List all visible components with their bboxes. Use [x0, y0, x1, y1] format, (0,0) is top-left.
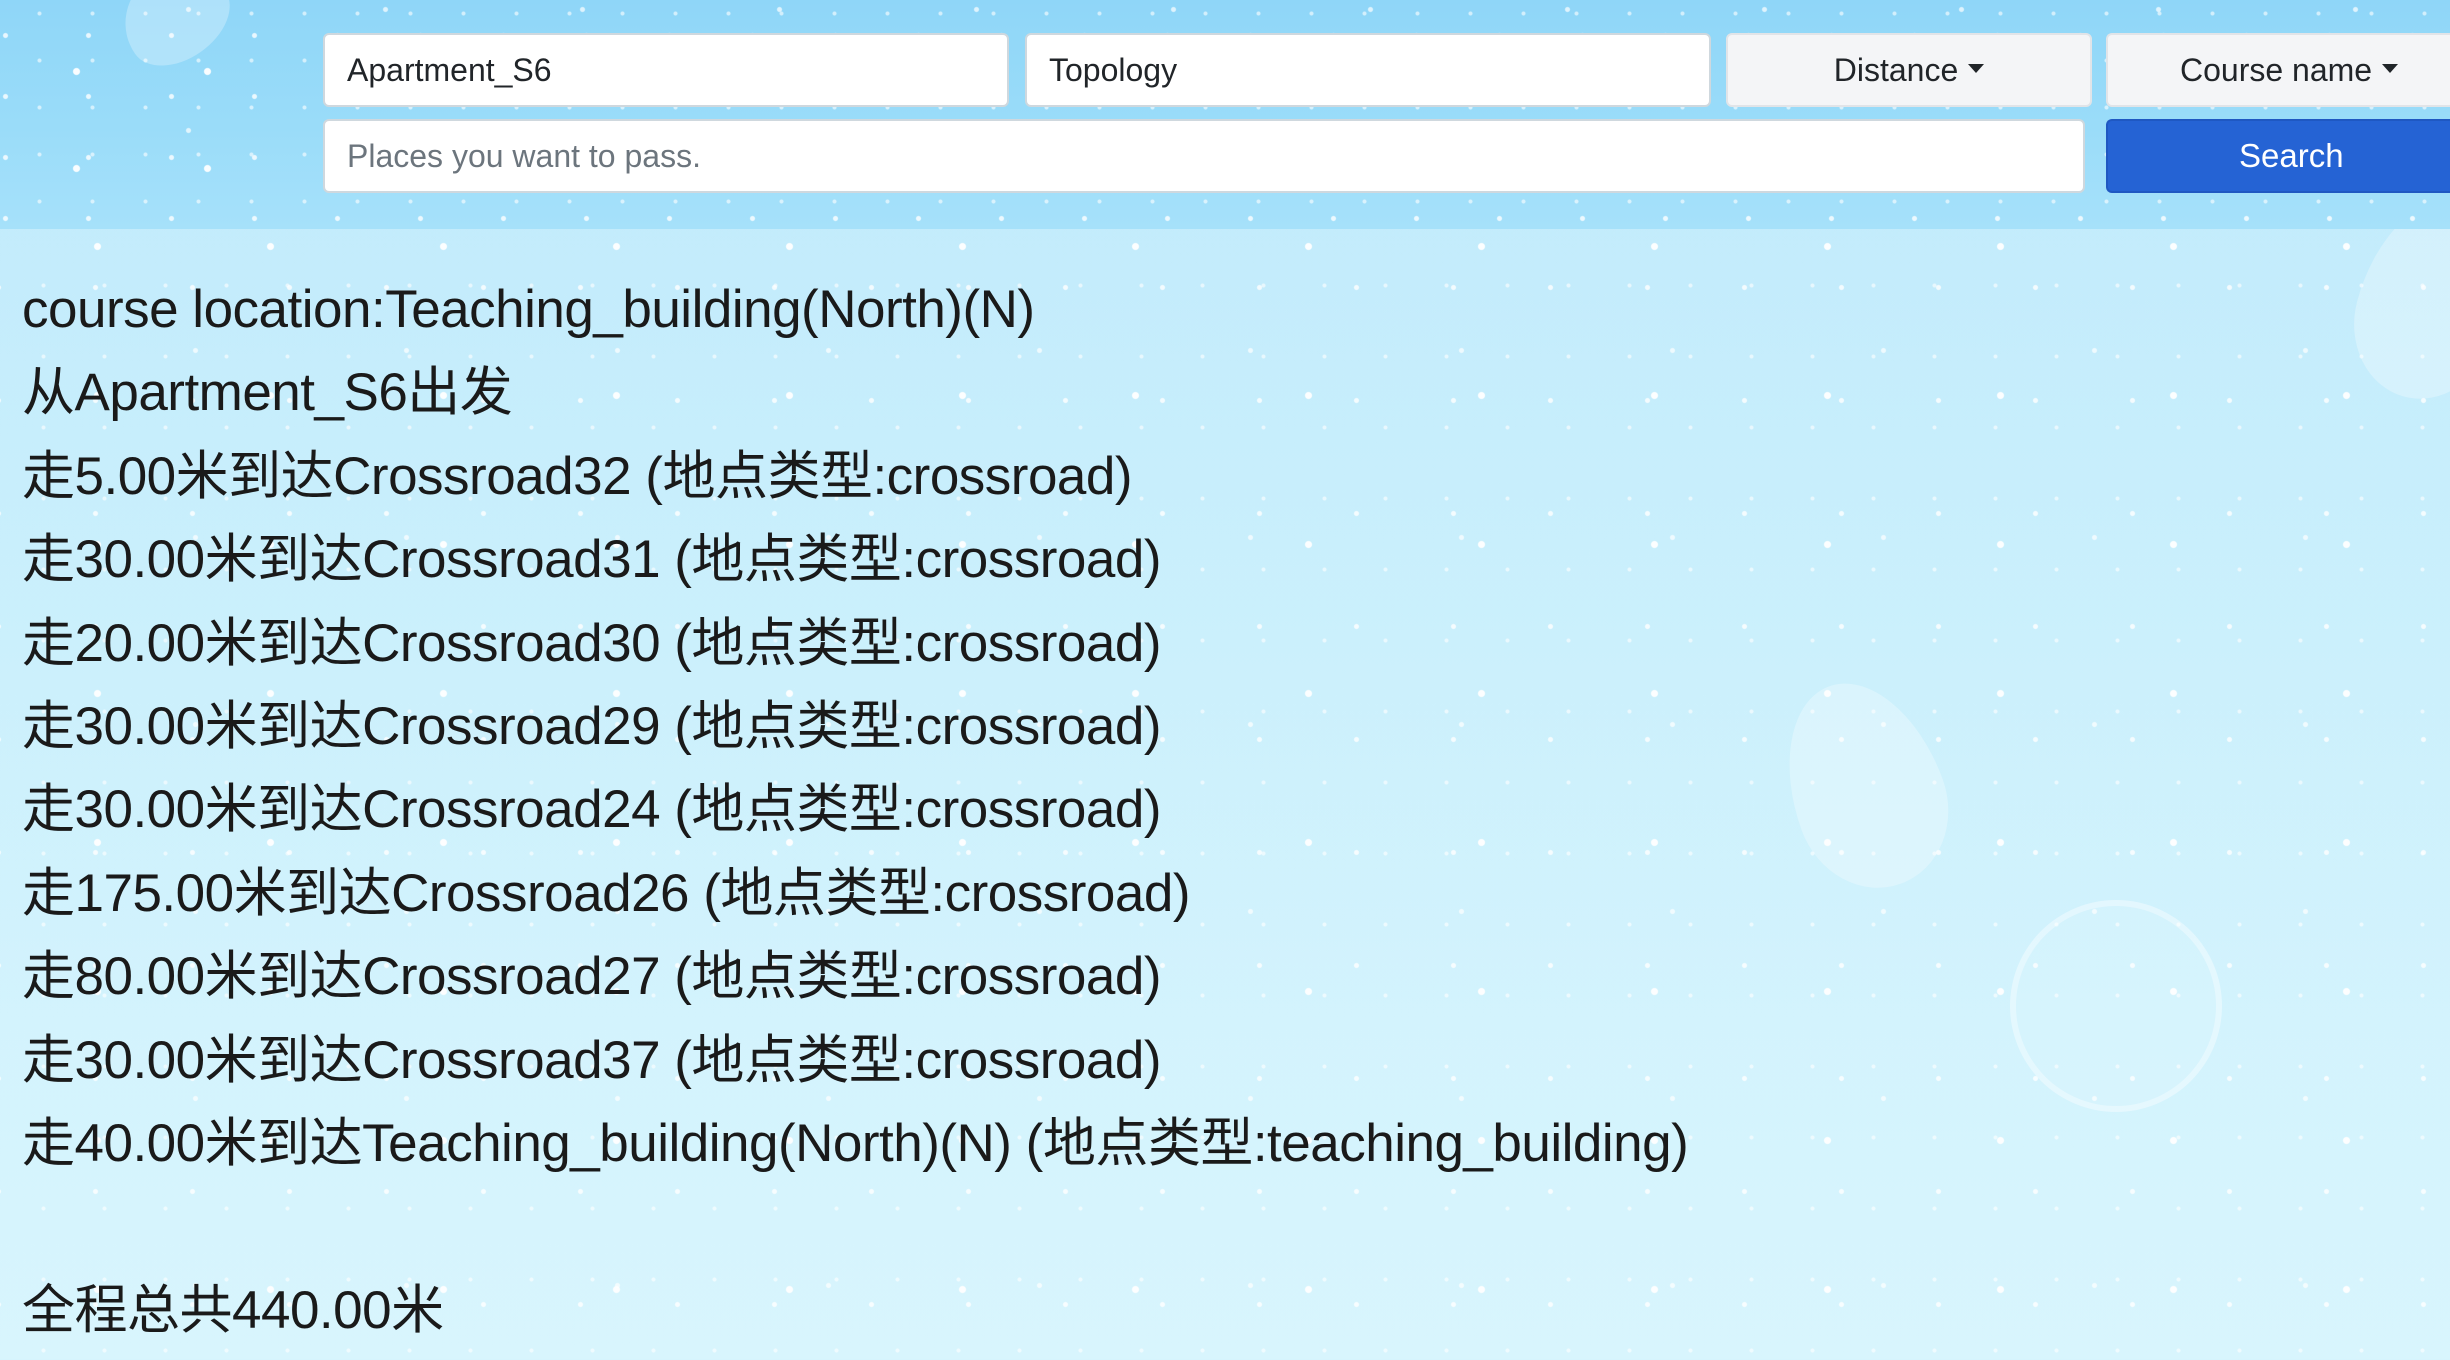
strategy-dropdown-button[interactable]: Distance — [1726, 33, 2092, 107]
route-step: 走30.00米到达Crossroad31 (地点类型:crossroad) — [22, 530, 1162, 590]
waypoints-input[interactable] — [323, 119, 2085, 193]
caret-down-icon — [2382, 63, 2399, 73]
route-result: course location:Teaching_building(North)… — [22, 268, 2422, 1352]
query-type-dropdown-button[interactable]: Course name — [2106, 33, 2450, 107]
caret-down-icon — [1968, 63, 1985, 73]
route-step: 走175.00米到达Crossroad26 (地点类型:crossroad) — [22, 863, 1191, 923]
search-mode-input[interactable] — [1025, 33, 1711, 107]
strategy-dropdown-label: Distance — [1833, 51, 1959, 88]
search-button-label: Search — [2239, 137, 2344, 174]
route-step: 走30.00米到达Crossroad29 (地点类型:crossroad) — [22, 696, 1162, 756]
route-step: 走30.00米到达Crossroad37 (地点类型:crossroad) — [22, 1030, 1162, 1090]
start-location-input[interactable] — [323, 33, 1009, 107]
course-location-text: course location:Teaching_building(North)… — [22, 280, 1035, 339]
route-step: 走40.00米到达Teaching_building(North)(N) (地点… — [22, 1113, 1689, 1173]
header-petal — [104, 0, 246, 84]
route-total-distance: 全程总共440.00米 — [22, 1280, 444, 1340]
search-header: Distance Course name Search — [0, 0, 2450, 229]
route-step: 走5.00米到达Crossroad32 (地点类型:crossroad) — [22, 446, 1133, 506]
search-button[interactable]: Search — [2106, 119, 2450, 193]
route-start-text: 从Apartment_S6出发 — [22, 363, 513, 423]
route-step: 走20.00米到达Crossroad30 (地点类型:crossroad) — [22, 613, 1162, 673]
route-step: 走80.00米到达Crossroad27 (地点类型:crossroad) — [22, 947, 1162, 1007]
query-type-dropdown-label: Course name — [2180, 51, 2373, 88]
route-step: 走30.00米到达Crossroad24 (地点类型:crossroad) — [22, 780, 1162, 840]
